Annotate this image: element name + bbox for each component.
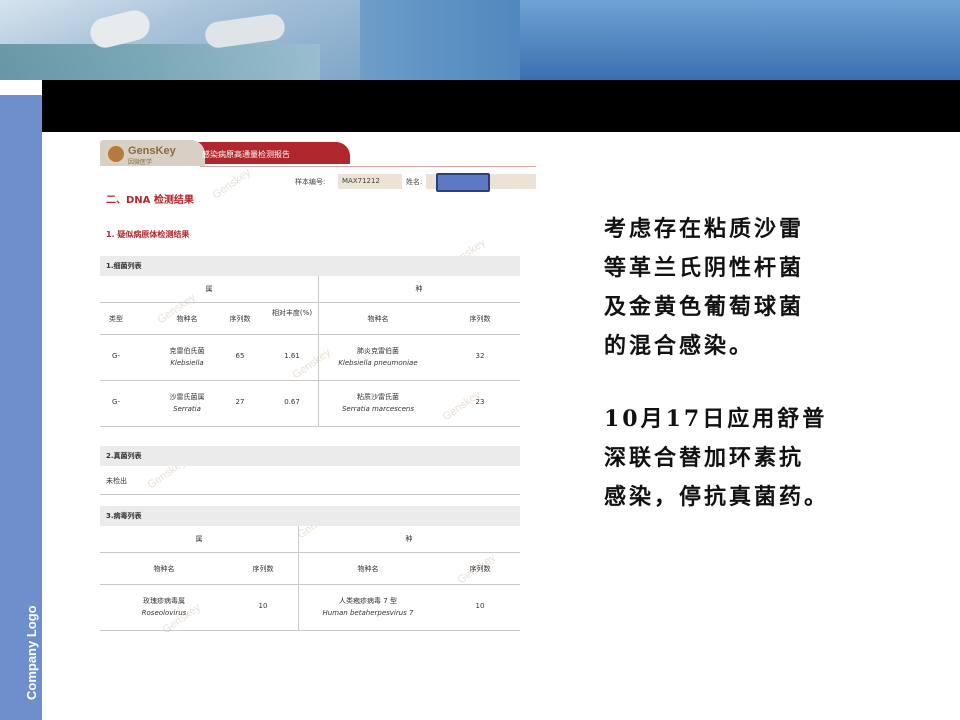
- table-header-row: 属 种: [100, 276, 520, 303]
- column-header: 序列数: [469, 315, 491, 323]
- note-line: 等革兰氏阴性杆菌: [604, 255, 805, 281]
- brand-name: GensKey: [128, 145, 176, 157]
- lab-report: GensKey 因微医学 感染病原高通量检测报告 样本编号: MAX71212 …: [100, 138, 536, 655]
- column-divider: [318, 276, 319, 426]
- species-name-latin: Serratia marcescens: [341, 405, 415, 413]
- bacteria-table-heading: 1.细菌列表: [100, 256, 520, 276]
- type-cell: G-: [112, 398, 120, 406]
- genus-header: 属: [195, 535, 203, 543]
- table-row: G- 克雷伯氏菌 Klebsiella 65 1.61 肺炎克雷伯菌 Klebs…: [100, 334, 520, 381]
- species-header: 种: [405, 535, 413, 543]
- section-title: 二、DNA 检测结果: [106, 195, 194, 206]
- column-header: 物种名: [357, 565, 379, 573]
- table-row: 未检出: [100, 466, 520, 495]
- note-line: 感染，停抗真菌药。: [604, 484, 830, 510]
- species-name-cn: 粘质沙雷氏菌: [357, 393, 399, 401]
- abundance: 1.61: [284, 352, 300, 360]
- sample-label: 样本编号:: [295, 178, 326, 186]
- treatment-notes: 10月17日应用舒普 深联合替加环素抗 感染，停抗真菌药。: [604, 400, 904, 517]
- species-name-latin: Klebsiella pneumoniae: [338, 359, 418, 367]
- subsection-title: 1. 疑似病原体检测结果: [106, 230, 190, 239]
- genus-name-latin: Roseolovirus: [141, 609, 187, 617]
- table-row: G- 沙雷氏菌属 Serratia 27 0.67 粘质沙雷氏菌 Serrati…: [100, 380, 520, 427]
- species-reads: 32: [475, 352, 485, 360]
- fungi-table-heading: 2.真菌列表: [100, 446, 520, 466]
- redaction-box: [436, 173, 490, 192]
- species-name-latin: Human betaherpesvirus 7: [322, 609, 414, 617]
- clinical-notes: 考虑存在粘质沙雷 等革兰氏阴性杆菌 及金黄色葡萄球菌 的混合感染。: [604, 210, 904, 366]
- title-bar: [42, 80, 960, 132]
- genus-name-cn: 玫瑰疹病毒属: [143, 597, 185, 605]
- species-name-cn: 人类疱疹病毒 7 型: [339, 597, 397, 605]
- brand-logo: GensKey 因微医学: [100, 140, 205, 166]
- banner-gradient: [520, 0, 960, 80]
- note-line: 考虑存在粘质沙雷: [604, 216, 805, 242]
- brand-name-cn: 因微医学: [128, 159, 153, 166]
- species-reads: 23: [475, 398, 485, 406]
- note-line: 的混合感染。: [604, 333, 755, 359]
- genus-header: 属: [205, 285, 213, 293]
- column-header: 物种名: [153, 565, 175, 573]
- type-cell: G-: [112, 352, 120, 360]
- virus-table-heading: 3.病毒列表: [100, 506, 520, 526]
- report-title: 感染病原高通量检测报告: [202, 150, 290, 159]
- column-header: 序列数: [229, 315, 251, 323]
- column-divider: [298, 526, 299, 630]
- column-header: 物种名: [367, 315, 389, 323]
- column-header: 类型: [109, 315, 123, 323]
- divider: [200, 166, 536, 167]
- table-header-row: 物种名 序列数 物种名 序列数: [100, 552, 520, 585]
- fungi-result: 未检出: [106, 477, 127, 485]
- column-header: 序列数: [252, 565, 274, 573]
- surgical-cloth: [0, 44, 320, 80]
- column-header: 相对丰度(%): [271, 309, 313, 317]
- note-line: 10月17日应用舒普: [604, 406, 828, 432]
- table-header-row: 类型 物种名 序列数 相对丰度(%) 物种名 序列数: [100, 302, 520, 335]
- genus-name-latin: Klebsiella: [170, 359, 204, 367]
- brand-logo-icon: [108, 146, 124, 162]
- species-reads: 10: [475, 602, 485, 610]
- genus-reads: 27: [235, 398, 245, 406]
- header-banner-photo: [0, 0, 960, 80]
- genus-reads: 10: [258, 602, 268, 610]
- species-header: 种: [415, 285, 423, 293]
- sample-value: MAX71212: [338, 174, 402, 189]
- column-header: 序列数: [469, 565, 491, 573]
- note-line: 及金黄色葡萄球菌: [604, 294, 805, 320]
- company-logo: Company Logo: [24, 605, 39, 700]
- sample-info: 样本编号: MAX71212 姓名:: [100, 173, 536, 192]
- report-header: GensKey 因微医学 感染病原高通量检测报告: [100, 138, 536, 168]
- abundance: 0.67: [284, 398, 300, 406]
- table-header-row: 属 种: [100, 526, 520, 553]
- name-label: 姓名:: [406, 178, 423, 186]
- species-name-cn: 肺炎克雷伯菌: [357, 347, 399, 355]
- table-row: 玫瑰疹病毒属 Roseolovirus 10 人类疱疹病毒 7 型 Human …: [100, 584, 520, 631]
- genus-name-latin: Serratia: [173, 405, 201, 413]
- note-line: 深联合替加环素抗: [604, 445, 805, 471]
- genus-reads: 65: [235, 352, 245, 360]
